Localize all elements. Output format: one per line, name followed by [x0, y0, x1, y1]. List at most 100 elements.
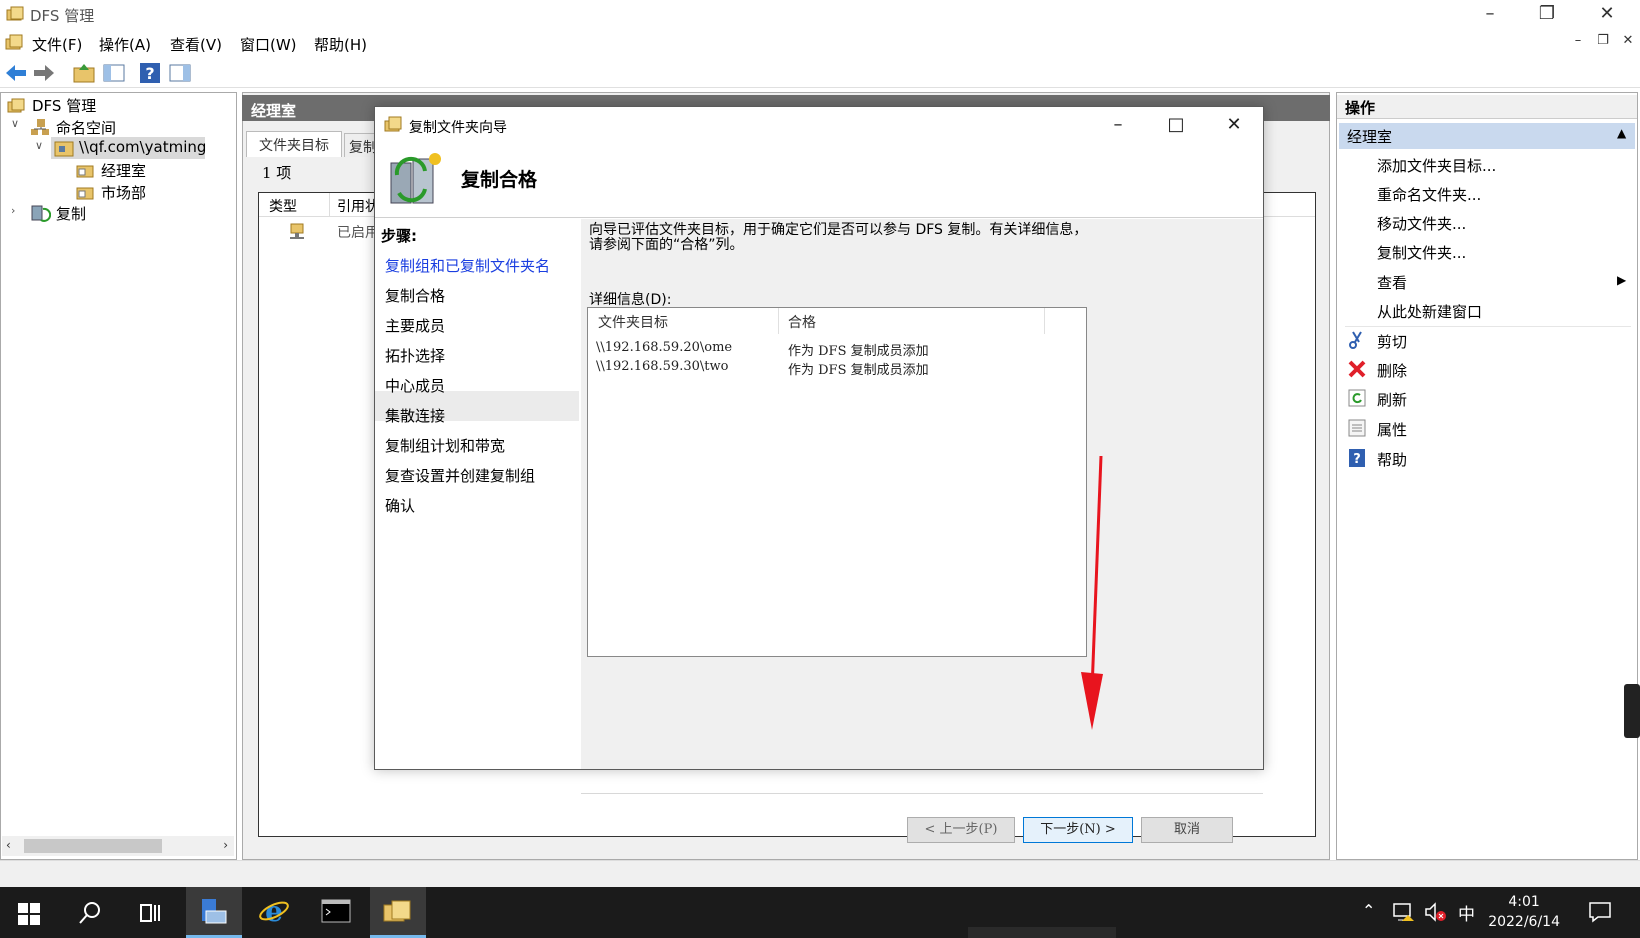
- folder-icon: [76, 165, 94, 178]
- step-schedule: 复制组计划和带宽: [385, 437, 506, 455]
- wizard-description: 向导已评估文件夹目标，用于确定它们是否可以参与 DFS 复制。有关详细信息，请参…: [589, 222, 1088, 253]
- menu-action[interactable]: 操作(A): [99, 34, 151, 55]
- mdi-close-button[interactable]: ✕: [1617, 30, 1639, 54]
- wizard-content: 向导已评估文件夹目标，用于确定它们是否可以参与 DFS 复制。有关详细信息，请参…: [581, 219, 1263, 843]
- column-eligibility[interactable]: 合格: [788, 312, 816, 332]
- dialog-close-button[interactable]: ✕: [1211, 113, 1257, 139]
- chevron-down-icon[interactable]: ∨: [35, 139, 43, 152]
- replicate-folder-wizard: 复制文件夹向导 – □ ✕ 复制合格 步骤: 复制组和已复制文件夹名 复制合格 …: [374, 106, 1264, 843]
- mdi-restore-button[interactable]: ❐: [1592, 30, 1614, 54]
- tree-horizontal-scrollbar[interactable]: ‹ ›: [2, 836, 234, 856]
- side-widget[interactable]: [1624, 684, 1640, 738]
- tree-replication[interactable]: 复制: [56, 203, 86, 224]
- column-type[interactable]: 类型: [269, 196, 297, 216]
- menu-help[interactable]: 帮助(H): [314, 34, 367, 55]
- row-eligibility: 作为 DFS 复制成员添加: [788, 344, 929, 359]
- action-move-folder[interactable]: 移动文件夹...: [1377, 213, 1466, 234]
- menu-file[interactable]: 文件(F): [32, 34, 82, 55]
- action-help[interactable]: 帮助: [1377, 449, 1407, 470]
- separator: [1345, 326, 1631, 327]
- column-ref-status[interactable]: 引用状: [337, 196, 379, 216]
- clock-date: 2022/6/14: [1488, 914, 1560, 930]
- taskbar-command-prompt[interactable]: [308, 887, 364, 938]
- button-divider: [581, 793, 1263, 794]
- tree-folder-manager-room[interactable]: 经理室: [101, 160, 146, 181]
- restore-button[interactable]: ❐: [1524, 0, 1570, 30]
- replication-icon: [31, 205, 51, 222]
- action-refresh[interactable]: 刷新: [1377, 389, 1407, 410]
- up-folder-icon[interactable]: [72, 61, 96, 85]
- namespace-icon: [31, 119, 49, 135]
- tree-namespace-path[interactable]: \\qf.com\yatming: [79, 138, 206, 156]
- back-arrow-icon[interactable]: [4, 61, 28, 85]
- action-replicate-folder[interactable]: 复制文件夹...: [1377, 242, 1466, 263]
- action-cut[interactable]: 剪切: [1377, 331, 1407, 352]
- window-title: DFS 管理: [30, 7, 95, 25]
- search-icon[interactable]: [78, 901, 102, 925]
- menu-bar: 文件(F) 操作(A) 查看(V) 窗口(W) 帮助(H): [0, 30, 1640, 57]
- show-action-pane-icon[interactable]: [168, 61, 192, 85]
- ime-indicator[interactable]: 中: [1458, 900, 1475, 925]
- help-icon[interactable]: ?: [138, 61, 162, 85]
- network-icon[interactable]: [1392, 901, 1416, 923]
- menu-window[interactable]: 窗口(W): [240, 34, 297, 55]
- wizard-page-heading: 复制合格: [461, 169, 538, 191]
- tree-folder-market-dept[interactable]: 市场部: [101, 182, 146, 203]
- menu-view[interactable]: 查看(V): [170, 34, 222, 55]
- dialog-maximize-button[interactable]: □: [1153, 113, 1199, 139]
- taskbar-internet-explorer[interactable]: e: [246, 887, 302, 938]
- row-target[interactable]: \\192.168.59.30\two: [596, 359, 728, 374]
- tree-namespace[interactable]: 命名空间: [56, 117, 116, 138]
- volume-muted-icon[interactable]: [1424, 901, 1448, 923]
- show-hidden-icons-chevron-icon[interactable]: ⌃: [1362, 901, 1375, 920]
- show-hide-tree-icon[interactable]: [102, 61, 126, 85]
- task-view-icon[interactable]: [138, 901, 162, 925]
- back-button[interactable]: < 上一步(P): [907, 817, 1015, 843]
- forward-arrow-icon[interactable]: [32, 61, 56, 85]
- column-folder-target[interactable]: 文件夹目标: [598, 312, 668, 332]
- taskbar: e ⌃ 中 4:01 2022/6/14: [0, 887, 1640, 938]
- annotation-arrow: [1081, 455, 1103, 730]
- refresh-icon: [1348, 389, 1366, 407]
- action-view[interactable]: 查看: [1377, 272, 1407, 293]
- properties-icon: [1348, 419, 1366, 437]
- next-button[interactable]: 下一步(N) >: [1023, 817, 1133, 843]
- actions-header-bg: [1337, 95, 1637, 119]
- mmc-icon: [5, 34, 23, 50]
- actions-section-title[interactable]: 经理室: [1347, 126, 1392, 147]
- close-button[interactable]: ✕: [1584, 0, 1630, 30]
- action-rename-folder[interactable]: 重命名文件夹...: [1377, 184, 1481, 205]
- action-new-window[interactable]: 从此处新建窗口: [1377, 301, 1482, 322]
- dialog-minimize-button[interactable]: –: [1095, 113, 1141, 139]
- scroll-thumb[interactable]: [24, 839, 162, 853]
- minimize-button[interactable]: –: [1467, 0, 1513, 30]
- start-windows-icon[interactable]: [18, 903, 40, 925]
- taskbar-server-manager[interactable]: [186, 887, 242, 938]
- chevron-right-icon[interactable]: ›: [11, 204, 15, 217]
- delete-icon: [1348, 360, 1366, 378]
- scroll-right-icon[interactable]: ›: [223, 838, 228, 852]
- step-topology: 拓扑选择: [385, 347, 446, 365]
- eligibility-list[interactable]: 文件夹目标 合格 \\192.168.59.20\ome 作为 DFS 复制成员…: [587, 307, 1087, 657]
- collapse-up-icon[interactable]: ▲: [1617, 126, 1626, 140]
- actions-pane: 操作 经理室 ▲ 添加文件夹目标... 重命名文件夹... 移动文件夹... 复…: [1336, 92, 1638, 860]
- taskbar-dfs-management[interactable]: [370, 887, 426, 938]
- tree-root-dfs[interactable]: DFS 管理: [32, 95, 96, 116]
- step-review: 复查设置并创建复制组: [385, 467, 536, 485]
- chevron-down-icon[interactable]: ∨: [11, 117, 19, 130]
- row-target[interactable]: \\192.168.59.20\ome: [596, 340, 732, 355]
- mdi-minimize-button[interactable]: –: [1567, 30, 1589, 54]
- tab-folder-targets[interactable]: 文件夹目标: [246, 131, 342, 157]
- scroll-left-icon[interactable]: ‹: [6, 838, 11, 852]
- step-group-name[interactable]: 复制组和已复制文件夹名: [385, 255, 550, 276]
- action-delete[interactable]: 删除: [1377, 360, 1407, 381]
- cancel-button[interactable]: 取消: [1141, 817, 1233, 843]
- notification-center-icon[interactable]: [1588, 901, 1612, 923]
- wizard-title-icon: [384, 116, 402, 132]
- svg-text:?: ?: [1353, 452, 1361, 467]
- dfs-management-icon: [383, 900, 411, 922]
- row-status: 已启用: [337, 225, 379, 241]
- system-clock[interactable]: 4:01 2022/6/14: [1488, 892, 1560, 932]
- action-properties[interactable]: 属性: [1377, 419, 1407, 440]
- action-add-folder-target[interactable]: 添加文件夹目标...: [1377, 155, 1496, 176]
